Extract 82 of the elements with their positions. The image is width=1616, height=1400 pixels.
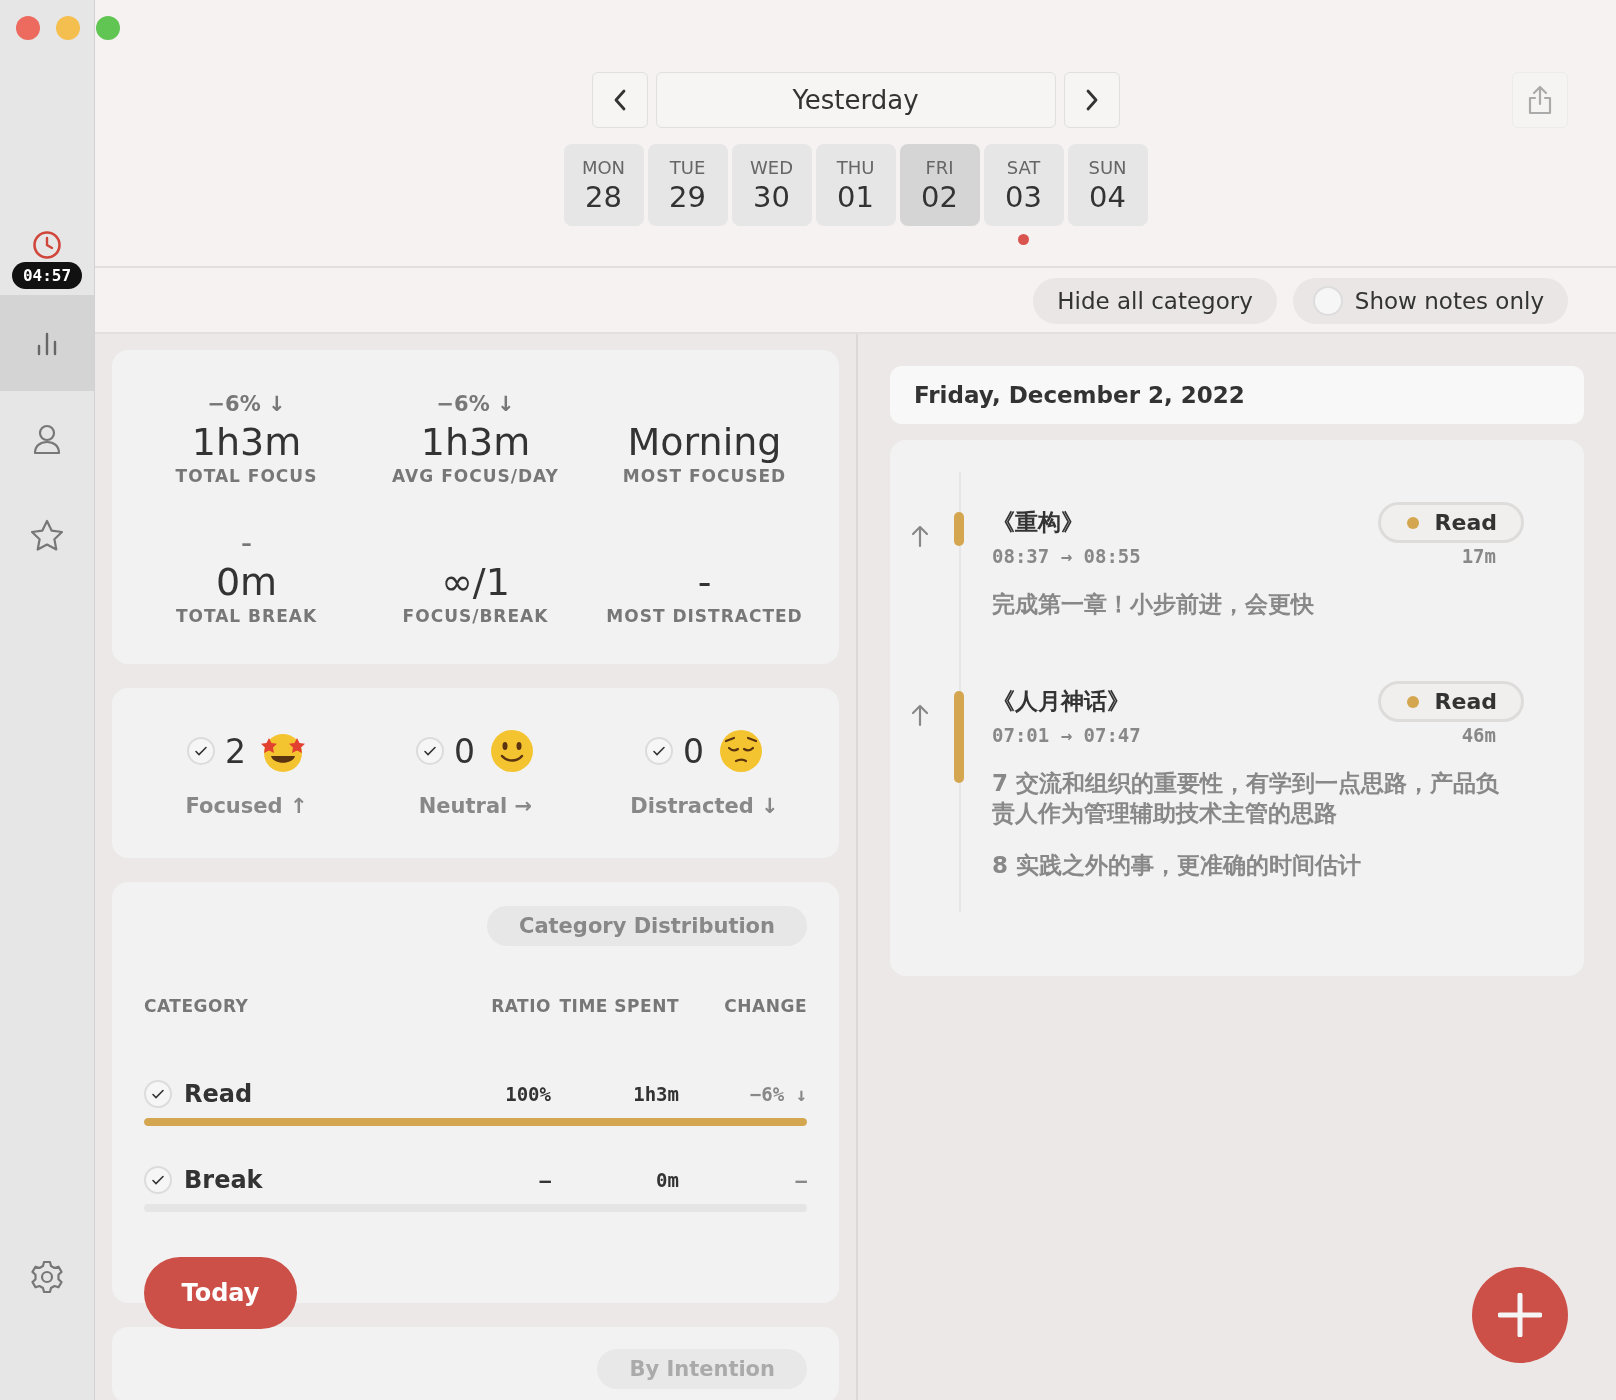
column-header: TIME SPENT [558,996,679,1016]
entry-title: 《人月神话》 [992,687,1130,716]
mood-checkbox[interactable] [187,737,215,765]
mood-label: Focused ↑ [185,794,308,818]
column-header: CATEGORY [144,996,250,1016]
smiling-emoji-icon [489,728,535,774]
stat-label: MOST FOCUSED [622,466,787,486]
mood-checkbox[interactable] [645,737,673,765]
hide-all-category-button[interactable]: Hide all category [1033,278,1277,324]
chevron-left-icon [612,89,627,111]
mood-checkbox[interactable] [416,737,444,765]
column-header: CHANGE [723,996,807,1016]
mood-count: 2 [225,731,246,771]
mood-label: Distracted ↓ [630,794,779,818]
day-tab[interactable]: FRI 02 [899,144,980,226]
change-cell-text: −6% ↓ [748,1083,807,1105]
show-notes-only-toggle[interactable]: Show notes only [1292,278,1568,324]
stat-value: ∞/1 [441,560,510,604]
entry-note: 完成第一章！小步前进，会更快 [992,590,1315,619]
ratio-cell-text: 100% [504,1083,551,1105]
settings-icon[interactable] [29,1259,65,1295]
day-tab[interactable]: TUE 29 [647,144,728,226]
stat-value: 1h3m [191,420,302,464]
stat-value: 1h3m [420,420,531,464]
share-icon [1527,84,1553,116]
chart-icon [35,330,59,356]
category-checkbox[interactable] [144,1080,172,1108]
up-arrow-icon [910,703,930,727]
date-title: Friday, December 2, 2022 [914,382,1245,408]
day-tab[interactable]: SUN 04 [1067,144,1148,226]
clock-icon [32,230,62,260]
close-button[interactable] [16,16,40,40]
day-tab[interactable]: MON 28 [563,144,644,226]
timer-badge: 04:57 [11,262,83,289]
stat-label: TOTAL BREAK [175,606,318,626]
category-tag[interactable]: Read [1377,681,1524,722]
star-icon [30,519,64,551]
category-name: Break [184,1166,263,1194]
card-title: Category Distribution [487,906,807,946]
duration-bar [954,512,964,546]
category-checkbox[interactable] [144,1166,172,1194]
time-cell-text: 0m [655,1169,679,1191]
card-title: By Intention [597,1349,807,1389]
category-name: Read [184,1080,253,1108]
stat-label: FOCUS/BREAK [402,606,549,626]
entry-note: 8 实践之外的事，更准确的时间估计 [992,851,1362,880]
next-day-button[interactable] [1063,72,1120,128]
stat-label: TOTAL FOCUS [175,466,318,486]
share-button[interactable] [1512,72,1568,128]
up-arrow-icon [910,524,930,548]
stat-value: - [697,560,712,604]
mood-label: Neutral → [418,794,533,818]
entry-title: 《重构》 [992,508,1084,537]
stat-change: −6% ↓ [207,392,286,418]
entry-time: 08:37 → 08:55 [992,545,1141,567]
day-tab[interactable]: THU 01 [815,144,896,226]
entry-time: 07:01 → 07:47 [992,724,1141,746]
chevron-right-icon [1084,89,1099,111]
stat-label: MOST DISTRACTED [606,606,803,626]
time-cell-text: 1h3m [632,1083,679,1105]
stat-label: AVG FOCUS/DAY [392,466,559,486]
category-tag[interactable]: Read [1377,502,1524,543]
entry-note: 7 交流和组织的重要性，有学到一点思路，产品负责人作为管理辅助技术主管的思路 [992,769,1500,828]
person-icon [32,423,62,455]
stat-change: −6% ↓ [436,392,515,418]
day-tab[interactable]: SAT 03 [983,144,1064,226]
pensive-emoji-icon [718,728,764,774]
plus-icon [1498,1293,1542,1337]
today-button[interactable]: Today [144,1257,297,1329]
change-cell-text: – [794,1169,807,1191]
entry-duration: 46m [1461,724,1496,746]
mood-count: 0 [683,731,704,771]
stat-value: 0m [215,560,278,604]
entry-duration: 17m [1461,545,1496,567]
column-header: RATIO [490,996,551,1016]
day-tab[interactable]: WED 30 [731,144,812,226]
ratio-cell-text: – [538,1169,551,1191]
previous-day-button[interactable] [591,72,648,128]
stat-value: Morning [627,420,782,464]
stat-change: – [241,532,252,558]
mood-count: 0 [454,731,475,771]
date-selector[interactable]: Yesterday [655,72,1056,128]
